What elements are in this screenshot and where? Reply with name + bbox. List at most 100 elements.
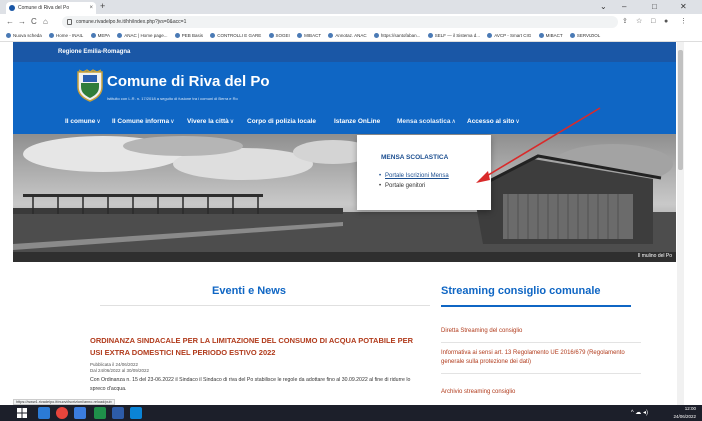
word-icon[interactable] xyxy=(112,407,124,419)
address-bar[interactable]: comune.rivadelpo.fe.it/hh/index.php?jvs=… xyxy=(62,16,618,28)
app-icon[interactable] xyxy=(74,407,86,419)
nav-vivere-la-citta[interactable]: Vivere la città∨ xyxy=(187,110,234,134)
bookmark-icon xyxy=(49,33,55,38)
chevron-down-icon: ∨ xyxy=(96,119,101,125)
bookmark-icon xyxy=(427,33,433,38)
page-viewport: Regione Emilia-Romagna Comune di Riva de… xyxy=(0,42,702,405)
bookmark-item[interactable]: SOGEI xyxy=(268,30,290,41)
bookmarks-bar: Nuova scheda Home - INAIL MEPA ANAC | Ho… xyxy=(0,30,702,42)
streaming-separator xyxy=(441,373,641,374)
windows-taskbar: ^ ☁ ◂) 12:00 24/06/2022 xyxy=(0,405,702,421)
system-tray-icons[interactable]: ^ ☁ ◂) xyxy=(631,409,648,416)
news-summary: Con Ordinanza n. 15 del 23-06.2022 il Si… xyxy=(90,377,411,392)
nav-mensa-scolastica[interactable]: Mensa scolastica∧ xyxy=(397,110,456,134)
coat-of-arms-logo[interactable] xyxy=(75,69,105,103)
lock-icon xyxy=(67,19,72,25)
bookmark-item[interactable]: MIBACT xyxy=(538,30,563,41)
site-subtitle: Istituito con L.R. n. 17/2018 a seguito … xyxy=(107,96,238,101)
region-bar: Regione Emilia-Romagna xyxy=(13,42,676,62)
browser-toolbar: ← → C ⌂ comune.rivadelpo.fe.it/hh/index.… xyxy=(0,14,702,30)
profile-icon[interactable]: ● xyxy=(664,17,668,27)
address-url: comune.rivadelpo.fe.it/hh/index.php?jvs=… xyxy=(76,19,187,25)
news-published-date: Pubblicata il 24/06/2022 xyxy=(90,362,139,367)
extensions-icon[interactable]: □ xyxy=(651,17,655,27)
portale-iscrizioni-mensa-link[interactable]: Portale Iscrizioni Mensa xyxy=(379,173,449,179)
bookmark-item[interactable]: Home - INAIL xyxy=(49,30,83,41)
browser-tab[interactable]: Comune di Riva del Po × xyxy=(6,2,96,14)
bookmark-item[interactable]: Nuova scheda xyxy=(6,30,42,41)
streaming-link-archivio[interactable]: Archivio streaming consiglio xyxy=(441,388,641,397)
bookmark-icon xyxy=(117,33,123,38)
streaming-link-informativa[interactable]: Informativa ai sensi art. 13 Regolamento… xyxy=(441,349,641,367)
bookmark-icon xyxy=(297,33,303,38)
back-button[interactable]: ← xyxy=(6,16,14,28)
bookmark-item[interactable]: AVCP - Smart CIG xyxy=(487,30,531,41)
home-button[interactable]: ⌂ xyxy=(43,16,48,28)
bookmark-icon xyxy=(373,33,379,38)
streaming-link-diretta[interactable]: Diretta Streaming del consiglio xyxy=(441,327,641,336)
screenshot-frame: Comune di Riva del Po × + ⌄ – □ ✕ ← → C … xyxy=(0,0,702,421)
bookmark-star-icon[interactable]: ☆ xyxy=(636,17,642,27)
browser-tab-title: Comune di Riva del Po xyxy=(18,5,70,11)
events-section-title: Eventi e News xyxy=(212,285,286,297)
streaming-section-title: Streaming consiglio comunale xyxy=(441,285,601,297)
bookmark-icon xyxy=(90,33,96,38)
bookmark-item[interactable]: https://santofaban... xyxy=(373,30,420,41)
web-page: Regione Emilia-Romagna Comune di Riva de… xyxy=(13,42,676,405)
edge-browser-icon[interactable] xyxy=(38,407,50,419)
scrollbar-thumb[interactable] xyxy=(678,50,683,170)
streaming-divider xyxy=(441,305,631,307)
bookmark-item[interactable]: MIBACT xyxy=(297,30,321,41)
bookmark-item[interactable]: MEPA xyxy=(90,30,110,41)
bookmark-icon xyxy=(569,33,575,38)
bookmark-icon xyxy=(328,33,334,38)
outlook-icon[interactable] xyxy=(130,407,142,419)
share-icon[interactable]: ⇪ xyxy=(622,17,628,27)
news-headline[interactable]: ORDINANZA SINDACALE PER LA LIMITAZIONE D… xyxy=(90,335,420,359)
maximize-button[interactable]: □ xyxy=(652,0,657,14)
chevron-up-icon: ∧ xyxy=(451,119,456,125)
bookmark-icon xyxy=(487,33,493,38)
minimize-button[interactable]: – xyxy=(622,0,626,14)
bookmark-item[interactable]: SELF — il Sistema d... xyxy=(427,30,480,41)
events-divider xyxy=(100,305,430,306)
page-scrollbar[interactable] xyxy=(677,42,684,405)
tab-close-icon[interactable]: × xyxy=(89,2,93,14)
chevron-down-icon: ∨ xyxy=(170,119,175,125)
region-link[interactable]: Regione Emilia-Romagna xyxy=(58,42,130,62)
bookmark-icon xyxy=(268,33,274,38)
chrome-browser-icon[interactable] xyxy=(56,407,68,419)
annotation-arrow-icon xyxy=(476,107,601,183)
forward-button[interactable]: → xyxy=(18,16,26,28)
bookmark-item[interactable]: Annotaz. ANAC xyxy=(328,30,367,41)
chevron-down-icon: ∨ xyxy=(229,119,235,125)
news-period: Dal 24/06/2022 al 30/09/2022 xyxy=(90,368,150,373)
dropdown-title: MENSA SCOLASTICA xyxy=(381,154,449,161)
streaming-separator xyxy=(441,342,641,343)
excel-icon[interactable] xyxy=(94,407,106,419)
nav-il-comune[interactable]: Il comune∨ xyxy=(65,110,101,134)
windows-start-icon[interactable] xyxy=(16,407,28,419)
bookmark-icon xyxy=(538,33,544,38)
nav-polizia-locale[interactable]: Corpo di polizia locale xyxy=(247,110,316,134)
bookmark-item[interactable]: PEB Basis xyxy=(174,30,203,41)
close-window-button[interactable]: ✕ xyxy=(680,0,687,14)
reload-button[interactable]: C xyxy=(31,16,37,28)
favicon-icon xyxy=(9,5,15,11)
nav-istanze-online[interactable]: Istanze OnLine xyxy=(334,110,380,134)
bookmark-icon xyxy=(6,33,11,38)
new-tab-button[interactable]: + xyxy=(100,1,105,11)
tab-search-icon[interactable]: ⌄ xyxy=(600,0,607,14)
hero-caption: Il mulino del Po xyxy=(637,253,672,259)
taskbar-clock[interactable]: 12:00 24/06/2022 xyxy=(673,405,696,421)
nav-comune-informa[interactable]: Il Comune informa∨ xyxy=(112,110,174,134)
browser-tab-strip: Comune di Riva del Po × + ⌄ – □ ✕ xyxy=(0,0,702,14)
portale-genitori-link[interactable]: Portale genitori xyxy=(379,183,425,189)
bookmark-icon xyxy=(210,33,216,38)
site-title[interactable]: Comune di Riva del Po xyxy=(107,73,270,90)
bookmark-item[interactable]: SERVIZIOL xyxy=(569,30,600,41)
bookmark-item[interactable]: ANAC | Home page... xyxy=(117,30,167,41)
bookmark-item[interactable]: CONTROLLI E GARE xyxy=(210,30,261,41)
menu-icon[interactable]: ⋮ xyxy=(680,17,687,27)
bookmark-icon xyxy=(174,33,180,38)
